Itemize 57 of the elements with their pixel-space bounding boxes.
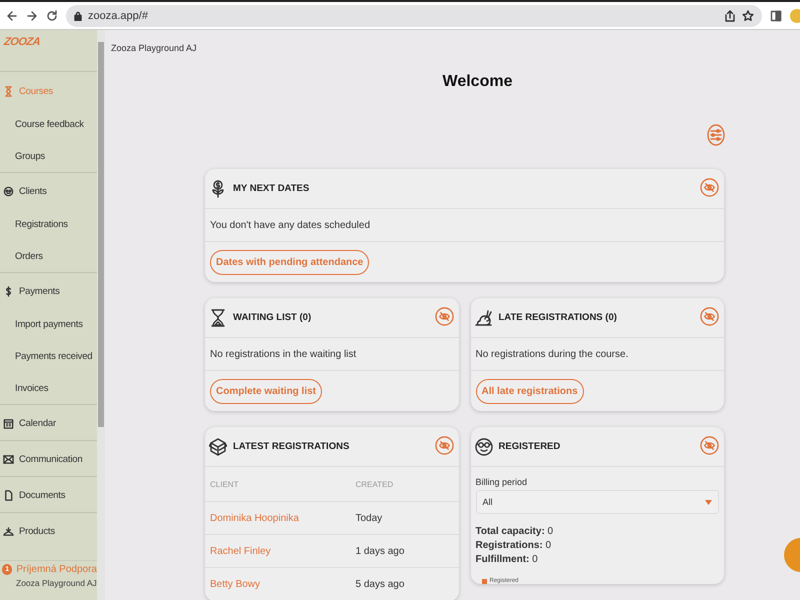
- breadcrumb[interactable]: Zooza Playground AJ: [105, 30, 800, 61]
- sidebar-item[interactable]: Invoices: [0, 372, 97, 404]
- sidebar-icon: [3, 286, 14, 297]
- card-title: LATEST REGISTRATIONS: [233, 441, 350, 452]
- table-cell-text: 1 days ago: [356, 546, 406, 556]
- reload-icon[interactable]: [46, 10, 58, 22]
- table-cell-text: Today: [356, 512, 384, 524]
- empty-message: No registrations in the waiting list: [210, 348, 356, 360]
- settings-icon[interactable]: [707, 124, 725, 146]
- hide-icon[interactable]: [700, 178, 719, 196]
- sidebar-icon: [3, 186, 14, 197]
- sidebar-icon: [3, 86, 14, 96]
- sidebar-item[interactable]: Orders: [0, 240, 97, 272]
- hide-icon[interactable]: [700, 306, 719, 326]
- lock-icon: [74, 10, 82, 20]
- column-header: CREATED: [356, 480, 394, 488]
- back-icon[interactable]: [6, 10, 18, 22]
- sidebar-item[interactable]: Import payments: [0, 308, 97, 340]
- card-icon: [209, 438, 227, 456]
- caret-icon[interactable]: [705, 500, 712, 504]
- hide-icon[interactable]: [700, 436, 719, 454]
- card-title: WAITING LIST (0): [233, 312, 312, 323]
- forward-icon[interactable]: [26, 10, 38, 22]
- card-icon: [474, 438, 492, 456]
- stat-line: Fulfillment: 0: [476, 554, 539, 565]
- page-title: Welcome: [442, 73, 514, 92]
- card-icon: [474, 308, 492, 326]
- sidebar-icon: [3, 418, 14, 429]
- column-header: CLIENT: [210, 480, 240, 488]
- stat-line: Total capacity: 0: [476, 526, 554, 537]
- sidebar-toggle-icon[interactable]: [770, 10, 782, 22]
- sidebar-item[interactable]: Payments received: [0, 340, 97, 372]
- sidebar-item[interactable]: Course feedback: [0, 108, 97, 140]
- field-label: Billing period: [476, 477, 528, 487]
- address-bar[interactable]: zooza.app/#: [66, 4, 762, 26]
- hide-icon[interactable]: [434, 436, 454, 454]
- card-title: REGISTERED: [498, 441, 562, 452]
- url-text: zooza.app/#: [88, 10, 148, 22]
- empty-message: No registrations during the course.: [476, 348, 628, 360]
- scrollbar[interactable]: [97, 30, 105, 600]
- sidebar-icon: [3, 454, 14, 465]
- empty-message: You don't have any dates scheduled: [210, 220, 370, 230]
- sidebar-item[interactable]: Registrations: [0, 208, 97, 240]
- card-title: MY NEXT DATES: [233, 183, 310, 194]
- billing-period-dropdown[interactable]: All: [476, 490, 719, 514]
- table-cell-text: 5 days ago: [356, 578, 406, 590]
- organization-name: Zooza Playground AJ: [15, 578, 97, 588]
- star-icon[interactable]: [742, 10, 754, 22]
- share-icon[interactable]: [724, 10, 736, 22]
- card-title: LATE REGISTRATIONS (0): [498, 312, 618, 323]
- sidebar-item[interactable]: Groups: [0, 140, 97, 172]
- hide-icon[interactable]: [434, 306, 454, 326]
- profile-avatar[interactable]: [790, 8, 800, 22]
- sidebar-icon: [3, 526, 14, 537]
- stat-line: Registrations: 0: [476, 540, 552, 551]
- sidebar-icon: [3, 490, 14, 501]
- card-icon: [209, 308, 227, 326]
